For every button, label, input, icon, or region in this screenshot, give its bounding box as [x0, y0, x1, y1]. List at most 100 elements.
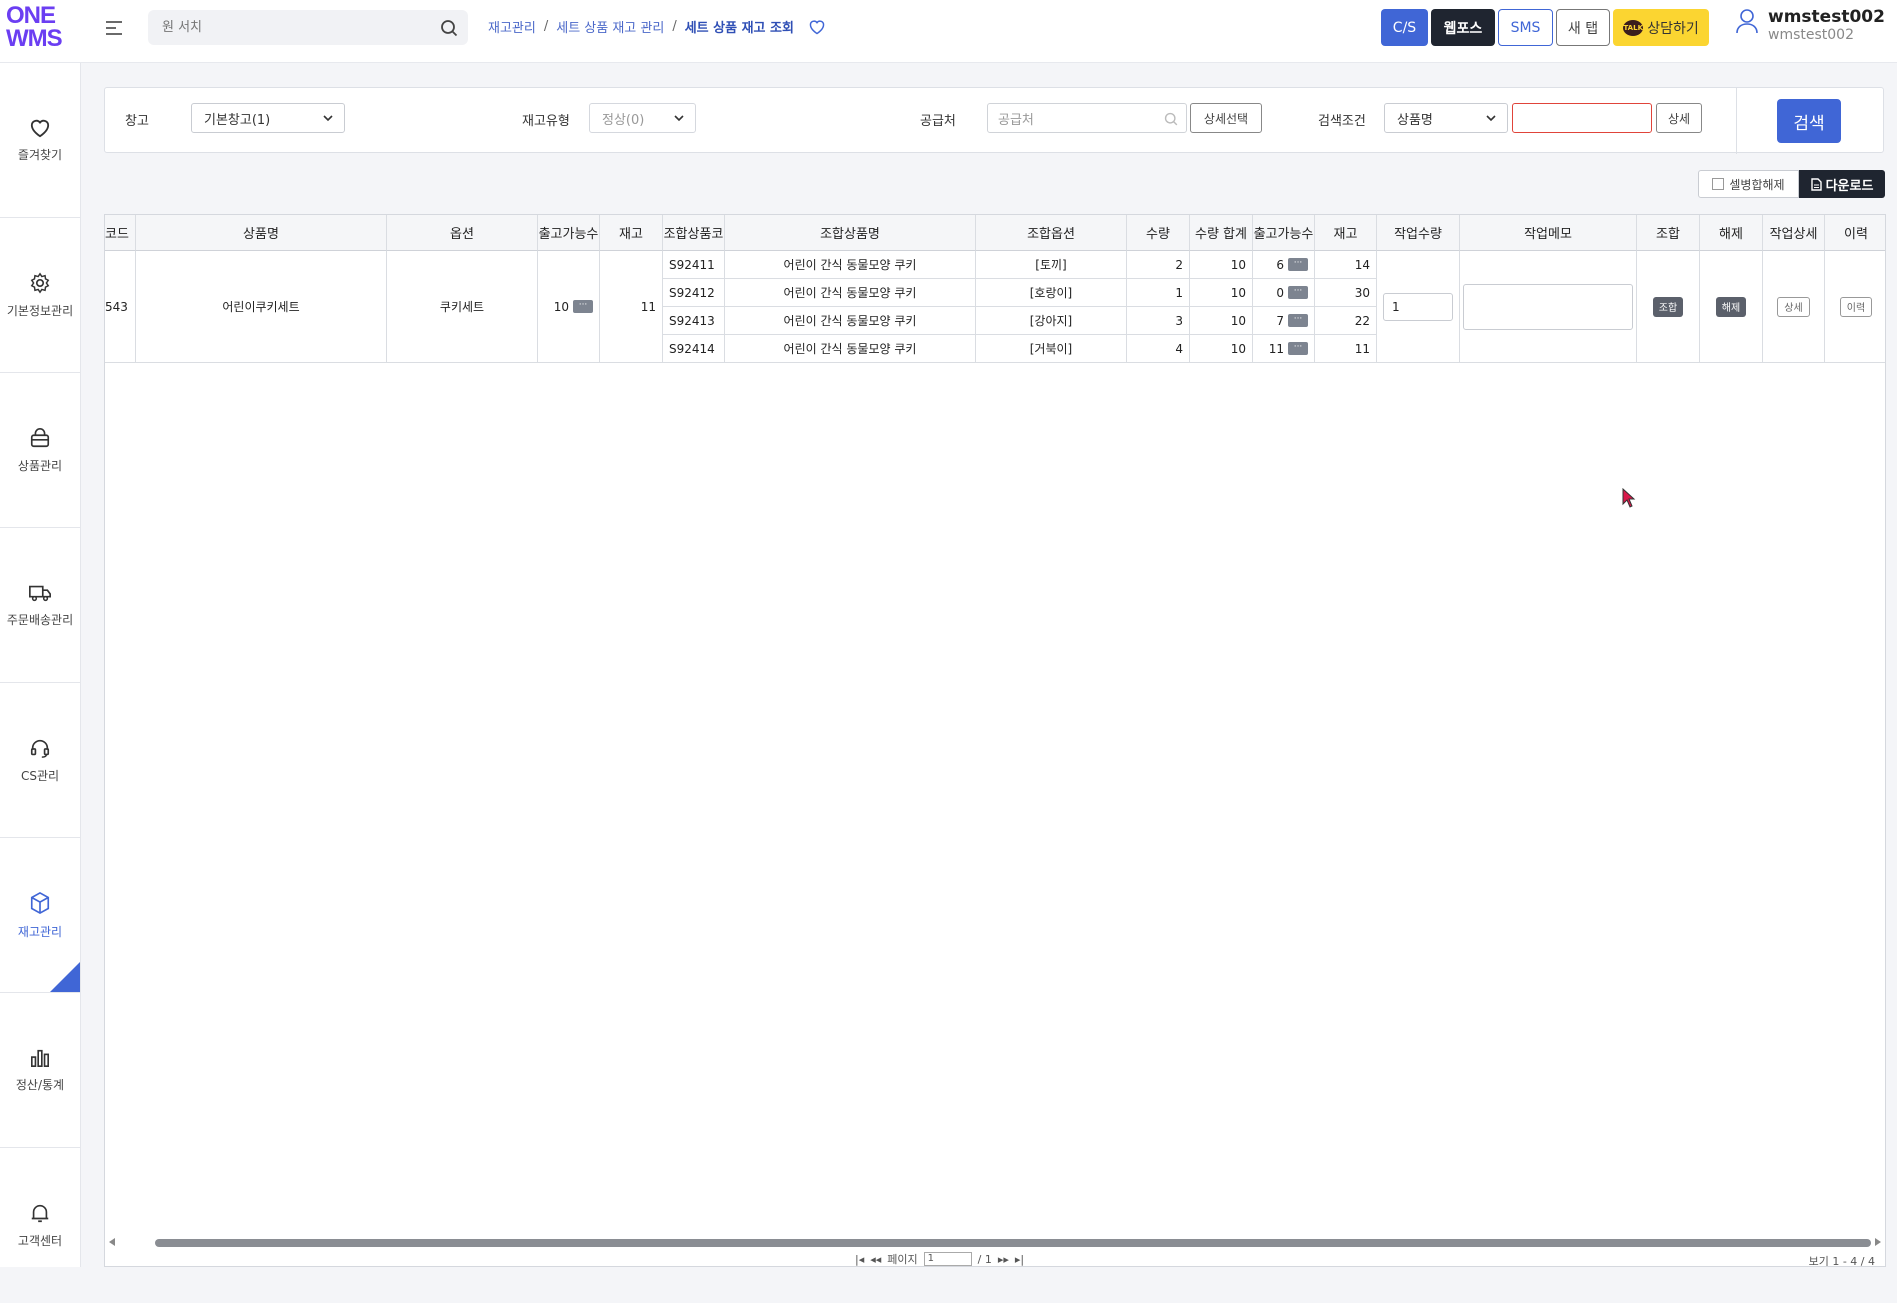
col-header-comp-stock[interactable]: 재고	[1315, 215, 1377, 251]
col-header-work-memo[interactable]: 작업메모	[1460, 215, 1637, 251]
work-detail-button[interactable]: 상세	[1777, 296, 1810, 317]
cell-comp-available: 6 ···	[1253, 251, 1315, 279]
cell-work-detail: 상세	[1763, 251, 1825, 363]
cell-comp-qty: 4	[1127, 335, 1190, 363]
supplier-input[interactable]: 공급처	[987, 103, 1187, 133]
download-button[interactable]: 다운로드	[1799, 170, 1885, 198]
cell-comp-stock: 11	[1315, 335, 1377, 363]
headset-icon	[30, 739, 50, 758]
search-button[interactable]: 검색	[1777, 99, 1841, 143]
more-button[interactable]: ···	[1288, 342, 1308, 355]
cell-history: 이력	[1825, 251, 1885, 363]
horizontal-scrollbar[interactable]	[105, 1235, 1885, 1249]
col-header-comp-option[interactable]: 조합옵션	[976, 215, 1127, 251]
webpos-button[interactable]: 웹포스	[1431, 9, 1495, 46]
col-header-product-name[interactable]: 상품명	[136, 215, 387, 251]
sms-button[interactable]: SMS	[1498, 9, 1553, 46]
condition-detail-button[interactable]: 상세	[1656, 103, 1702, 133]
col-header-stock[interactable]: 재고	[600, 215, 663, 251]
history-button[interactable]: 이력	[1839, 296, 1873, 317]
sidebar-item-support[interactable]: 고객센터	[0, 1148, 80, 1303]
more-button[interactable]: ···	[1288, 258, 1308, 271]
sidebar-item-orders[interactable]: 주문배송관리	[0, 528, 80, 683]
cell-comp-available: 7 ···	[1253, 307, 1315, 335]
sidebar-item-inventory[interactable]: 재고관리	[0, 838, 80, 993]
chevron-down-icon	[674, 115, 684, 122]
menu-toggle-icon[interactable]	[104, 18, 124, 38]
sidebar-item-cs[interactable]: CS관리	[0, 683, 80, 838]
col-header-comp-name[interactable]: 조합상품명	[725, 215, 976, 251]
supplier-detail-button[interactable]: 상세선택	[1190, 103, 1262, 133]
cell-comp-code: S92413	[663, 307, 725, 335]
cell-comp-available: 11 ···	[1253, 335, 1315, 363]
logo[interactable]: ONE WMS	[6, 4, 68, 56]
more-button[interactable]: ···	[573, 300, 593, 313]
condition-select[interactable]: 상품명	[1384, 103, 1508, 133]
favorite-heart-icon[interactable]	[808, 19, 826, 35]
scroll-right-icon[interactable]	[1875, 1238, 1881, 1246]
col-header-qty-total[interactable]: 수량 합계	[1190, 215, 1253, 251]
comp-available-value: 7	[1276, 313, 1284, 328]
new-tab-button[interactable]: 새 탭	[1556, 9, 1610, 46]
release-button[interactable]: 해제	[1715, 296, 1747, 317]
user-profile[interactable]: wmstest002 wmstest002	[1736, 8, 1885, 44]
col-header-code[interactable]: 코드	[105, 215, 136, 251]
warehouse-select[interactable]: 기본창고(1)	[191, 103, 345, 133]
col-header-option[interactable]: 옵션	[387, 215, 538, 251]
col-header-qty[interactable]: 수량	[1127, 215, 1190, 251]
more-button[interactable]: ···	[1288, 286, 1308, 299]
col-header-available[interactable]: 출고가능수	[538, 215, 600, 251]
cell-comp-qty: 3	[1127, 307, 1190, 335]
divider	[1736, 88, 1737, 154]
chevron-down-icon	[1486, 115, 1496, 122]
stock-type-label: 재고유형	[522, 114, 570, 129]
sidebar-item-label: 주문배송관리	[6, 612, 74, 627]
sidebar-item-favorites[interactable]: 즐겨찾기	[0, 63, 80, 218]
cell-comp-stock: 30	[1315, 279, 1377, 307]
breadcrumb-item-stock[interactable]: 재고관리	[488, 17, 536, 36]
col-header-comp-code[interactable]: 조합상품코	[663, 215, 725, 251]
breadcrumb-item-set-stock[interactable]: 세트 상품 재고 관리	[556, 17, 664, 36]
col-header-release[interactable]: 해제	[1700, 215, 1763, 251]
sidebar-item-statistics[interactable]: 정산/통계	[0, 993, 80, 1148]
scrollbar-thumb[interactable]	[155, 1239, 1871, 1247]
prev-page-icon[interactable]: ◂◂	[870, 1253, 881, 1266]
col-header-combine[interactable]: 조합	[1637, 215, 1700, 251]
cell-comp-option: [토끼]	[976, 251, 1127, 279]
more-button[interactable]: ···	[1288, 314, 1308, 327]
sidebar: 즐겨찾기 기본정보관리 상품관리 주문배송관리 CS관리 재고관리 정산/통계 …	[0, 63, 81, 1267]
search-input[interactable]	[148, 10, 418, 45]
first-page-icon[interactable]: |◂	[855, 1253, 864, 1266]
search-icon[interactable]	[440, 19, 458, 37]
col-header-comp-available[interactable]: 출고가능수	[1253, 215, 1315, 251]
user-icon	[1736, 9, 1758, 34]
page-input[interactable]: 1	[923, 1252, 972, 1266]
merge-release-toggle[interactable]: 셀병합해제	[1698, 170, 1799, 198]
set-available-value: 10	[553, 299, 569, 314]
consult-button[interactable]: TALK 상담하기	[1613, 9, 1709, 46]
work-qty-input[interactable]: 1	[1383, 292, 1453, 321]
condition-keyword-input[interactable]	[1512, 103, 1652, 133]
logo-line1: ONE	[6, 2, 56, 29]
next-page-icon[interactable]: ▸▸	[998, 1253, 1009, 1266]
cell-comp-name: 어린이 간식 동물모양 쿠키	[725, 335, 976, 363]
combine-button[interactable]: 조합	[1652, 296, 1684, 317]
col-header-work-qty[interactable]: 작업수량	[1377, 215, 1460, 251]
cell-comp-option: [강아지]	[976, 307, 1127, 335]
cell-set-stock: 11	[600, 251, 663, 363]
last-page-icon[interactable]: ▸|	[1015, 1253, 1024, 1266]
merge-release-checkbox[interactable]	[1712, 178, 1725, 190]
comp-available-value: 11	[1268, 341, 1284, 356]
cell-comp-code: S92411	[663, 251, 725, 279]
scroll-left-icon[interactable]	[109, 1238, 115, 1246]
sidebar-item-basic-info[interactable]: 기본정보관리	[0, 218, 80, 373]
pager: |◂ ◂◂ 페이지 1 / 1 ▸▸ ▸|	[855, 1251, 1024, 1266]
work-memo-textarea[interactable]	[1463, 283, 1633, 330]
breadcrumb-item-current: 세트 상품 재고 조회	[684, 21, 794, 36]
comp-available-value: 0	[1276, 285, 1284, 300]
cs-button[interactable]: C/S	[1381, 9, 1428, 46]
col-header-work-detail[interactable]: 작업상세	[1763, 215, 1825, 251]
sidebar-item-products[interactable]: 상품관리	[0, 373, 80, 528]
stock-type-select[interactable]: 정상(0)	[589, 103, 696, 133]
col-header-history[interactable]: 이력	[1825, 215, 1885, 251]
